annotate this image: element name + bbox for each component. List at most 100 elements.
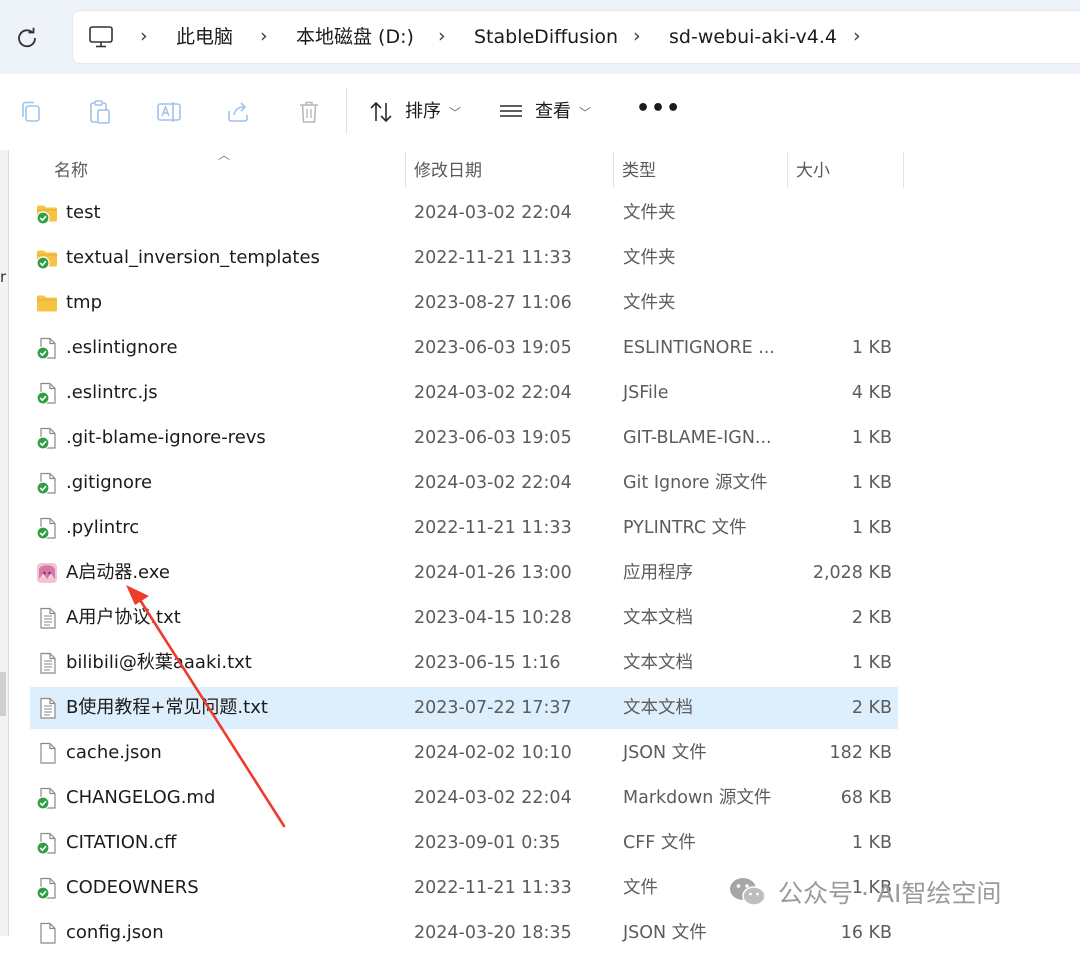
app-launcher-icon bbox=[37, 563, 57, 583]
folder-synced-icon bbox=[36, 250, 57, 269]
paste-icon[interactable] bbox=[87, 99, 113, 125]
file-synced-icon bbox=[36, 337, 56, 359]
folder-synced-icon bbox=[36, 205, 57, 224]
view-icon bbox=[500, 105, 522, 117]
more-options-button[interactable]: ••• bbox=[636, 96, 681, 121]
column-divider[interactable] bbox=[903, 152, 904, 188]
file-type: 文件夹 bbox=[623, 293, 676, 313]
file-row[interactable]: CITATION.cff 2023-09-01 0:35 CFF 文件 1 KB bbox=[30, 822, 898, 864]
blank-file-icon bbox=[40, 742, 56, 764]
file-row[interactable]: cache.json 2024-02-02 10:10 JSON 文件 182 KB bbox=[30, 732, 898, 774]
file-type: 文件夹 bbox=[623, 248, 676, 268]
file-synced-icon bbox=[36, 427, 56, 449]
file-type: 文件夹 bbox=[623, 203, 676, 223]
file-type: 文本文档 bbox=[623, 608, 693, 628]
file-type: GIT-BLAME-IGN... bbox=[623, 428, 772, 448]
breadcrumb-item[interactable]: sd-webui-aki-v4.4 bbox=[669, 23, 837, 51]
column-header-type[interactable]: 类型 bbox=[614, 150, 787, 190]
file-row[interactable]: .gitignore 2024-03-02 22:04 Git Ignore 源文件… bbox=[30, 462, 898, 504]
file-name: A用户协议.txt bbox=[66, 607, 181, 628]
file-size: 4 KB bbox=[851, 383, 892, 403]
file-size: 182 KB bbox=[829, 743, 892, 763]
file-synced-icon bbox=[36, 472, 56, 494]
sort-icon bbox=[370, 101, 392, 123]
sort-ascending-icon: ︿ bbox=[218, 148, 231, 162]
file-modified: 2024-01-26 13:00 bbox=[414, 563, 572, 583]
file-size: 1 KB bbox=[851, 653, 892, 673]
navigation-pane-scroll-thumb[interactable] bbox=[0, 672, 6, 716]
file-row[interactable]: .eslintrc.js 2024-03-02 22:04 JSFile 4 KB bbox=[30, 372, 898, 414]
file-name: .pylintrc bbox=[66, 517, 140, 538]
file-modified: 2023-06-03 19:05 bbox=[414, 338, 572, 358]
refresh-button[interactable] bbox=[12, 23, 42, 53]
breadcrumb-chevron-icon[interactable]: › bbox=[140, 27, 154, 46]
file-modified: 2022-11-21 11:33 bbox=[414, 248, 572, 268]
file-row[interactable]: A启动器.exe 2024-01-26 13:00 应用程序 2,028 KB bbox=[30, 552, 898, 594]
text-file-icon bbox=[40, 607, 56, 629]
file-size: 1 KB bbox=[851, 518, 892, 538]
rename-icon[interactable] bbox=[156, 99, 182, 125]
file-type: 文本文档 bbox=[623, 698, 693, 718]
file-modified: 2024-03-02 22:04 bbox=[414, 203, 572, 223]
file-row[interactable]: B使用教程+常见问题.txt 2023-07-22 17:37 文本文档 2 KB bbox=[30, 687, 898, 729]
file-modified: 2023-07-22 17:37 bbox=[414, 698, 572, 718]
file-modified: 2024-03-20 18:35 bbox=[414, 923, 572, 943]
file-name: .gitignore bbox=[66, 472, 153, 493]
command-separator bbox=[346, 88, 347, 134]
file-type: Markdown 源文件 bbox=[623, 788, 772, 808]
file-name: bilibili@秋葉aaaki.txt bbox=[66, 652, 252, 673]
folder-icon bbox=[37, 295, 57, 312]
file-name: B使用教程+常见问题.txt bbox=[66, 697, 268, 718]
file-type: JSON 文件 bbox=[623, 743, 707, 763]
view-label: 查看 bbox=[535, 101, 571, 122]
this-pc-icon[interactable] bbox=[88, 24, 114, 50]
refresh-icon bbox=[18, 27, 36, 48]
column-header-size[interactable]: 大小 bbox=[788, 150, 903, 190]
file-row[interactable]: tmp 2023-08-27 11:06 文件夹 bbox=[30, 282, 898, 324]
breadcrumb-item[interactable]: StableDiffusion bbox=[474, 23, 618, 51]
breadcrumb-item[interactable]: 本地磁盘 (D:) bbox=[296, 23, 414, 51]
file-modified: 2024-02-02 10:10 bbox=[414, 743, 572, 763]
breadcrumb-item[interactable]: 此电脑 bbox=[176, 23, 233, 51]
file-modified: 2023-06-03 19:05 bbox=[414, 428, 572, 448]
file-modified: 2024-03-02 22:04 bbox=[414, 383, 572, 403]
file-name: test bbox=[66, 202, 101, 223]
file-synced-icon bbox=[36, 382, 56, 404]
delete-icon[interactable] bbox=[296, 99, 322, 125]
breadcrumb-chevron-icon[interactable]: › bbox=[633, 27, 647, 46]
column-header-modified[interactable]: 修改日期 bbox=[406, 150, 613, 190]
file-row[interactable]: textual_inversion_templates 2022-11-21 11… bbox=[30, 237, 898, 279]
wechat-icon bbox=[730, 878, 766, 906]
share-icon[interactable] bbox=[226, 99, 252, 125]
file-name: .eslintrc.js bbox=[66, 382, 158, 403]
file-synced-icon bbox=[36, 517, 56, 539]
file-type: PYLINTRC 文件 bbox=[623, 518, 747, 538]
file-name: .git-blame-ignore-revs bbox=[66, 427, 266, 448]
file-type: ESLINTIGNORE ... bbox=[623, 338, 775, 358]
breadcrumb-chevron-icon[interactable]: › bbox=[853, 27, 867, 46]
file-name: .eslintignore bbox=[66, 337, 178, 358]
sort-label: 排序 bbox=[405, 101, 441, 122]
breadcrumb-chevron-icon[interactable]: › bbox=[260, 27, 274, 46]
file-size: 2 KB bbox=[851, 698, 892, 718]
copy-icon[interactable] bbox=[18, 99, 44, 125]
file-modified: 2024-03-02 22:04 bbox=[414, 788, 572, 808]
text-file-icon bbox=[40, 652, 56, 674]
file-row[interactable]: A用户协议.txt 2023-04-15 10:28 文本文档 2 KB bbox=[30, 597, 898, 639]
file-row[interactable]: bilibili@秋葉aaaki.txt 2023-06-15 1:16 文本文档 1… bbox=[30, 642, 898, 684]
file-modified: 2023-04-15 10:28 bbox=[414, 608, 572, 628]
file-row[interactable]: config.json 2024-03-20 18:35 JSON 文件 16 KB bbox=[30, 912, 898, 954]
file-size: 2 KB bbox=[851, 608, 892, 628]
file-row[interactable]: .git-blame-ignore-revs 2023-06-03 19:05 GI… bbox=[30, 417, 898, 459]
file-row[interactable]: CHANGELOG.md 2024-03-02 22:04 Markdown 源文件… bbox=[30, 777, 898, 819]
file-name: CHANGELOG.md bbox=[66, 787, 216, 808]
navigation-pane-text: r bbox=[0, 268, 7, 286]
file-name: A启动器.exe bbox=[66, 562, 170, 583]
file-synced-icon bbox=[36, 832, 56, 854]
file-row[interactable]: test 2024-03-02 22:04 文件夹 bbox=[30, 192, 898, 234]
file-modified: 2023-09-01 0:35 bbox=[414, 833, 561, 853]
file-row[interactable]: .eslintignore 2023-06-03 19:05 ESLINTIGNOR… bbox=[30, 327, 898, 369]
breadcrumb-chevron-icon[interactable]: › bbox=[438, 27, 452, 46]
file-modified: 2022-11-21 11:33 bbox=[414, 878, 572, 898]
file-row[interactable]: .pylintrc 2022-11-21 11:33 PYLINTRC 文件 1 KB bbox=[30, 507, 898, 549]
